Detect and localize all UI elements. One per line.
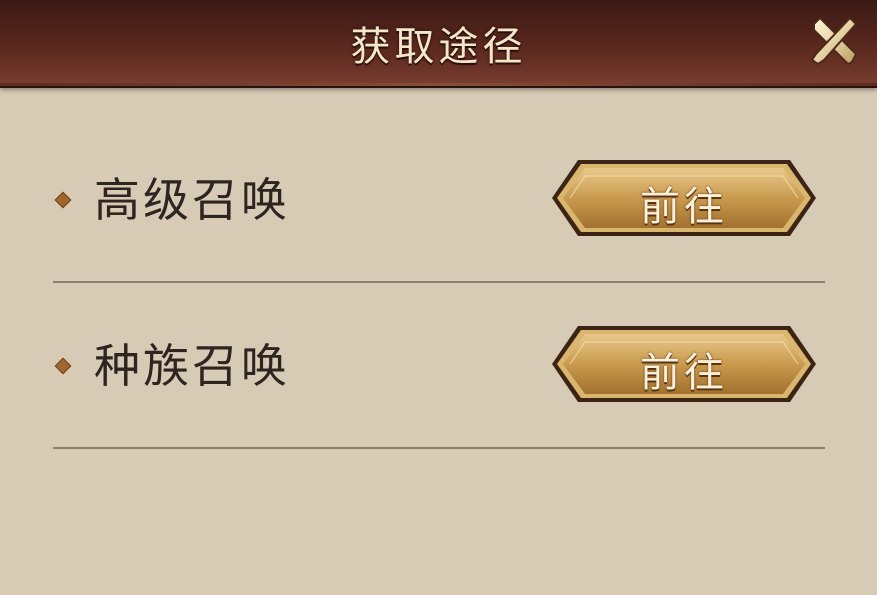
goto-label: 前往 (640, 350, 728, 396)
source-label: 种族召唤 (94, 339, 290, 393)
bullet-diamond-icon (55, 192, 71, 208)
goto-button[interactable]: 前往 (550, 158, 818, 238)
close-icon (810, 16, 858, 66)
acquisition-dialog: 获取途径 高级召唤 前往 种族召唤 前往 (0, 0, 877, 595)
row-divider (53, 447, 825, 449)
dialog-header: 获取途径 (0, 0, 877, 88)
source-row-advanced-summon: 高级召唤 前往 (0, 140, 877, 260)
goto-label: 前往 (640, 184, 728, 230)
source-label: 高级召唤 (94, 173, 290, 227)
goto-button[interactable]: 前往 (550, 324, 818, 404)
dialog-title: 获取途径 (350, 24, 527, 70)
close-button[interactable] (808, 14, 862, 68)
row-divider (53, 281, 825, 283)
source-row-race-summon: 种族召唤 前往 (0, 306, 877, 426)
bullet-diamond-icon (55, 358, 71, 374)
